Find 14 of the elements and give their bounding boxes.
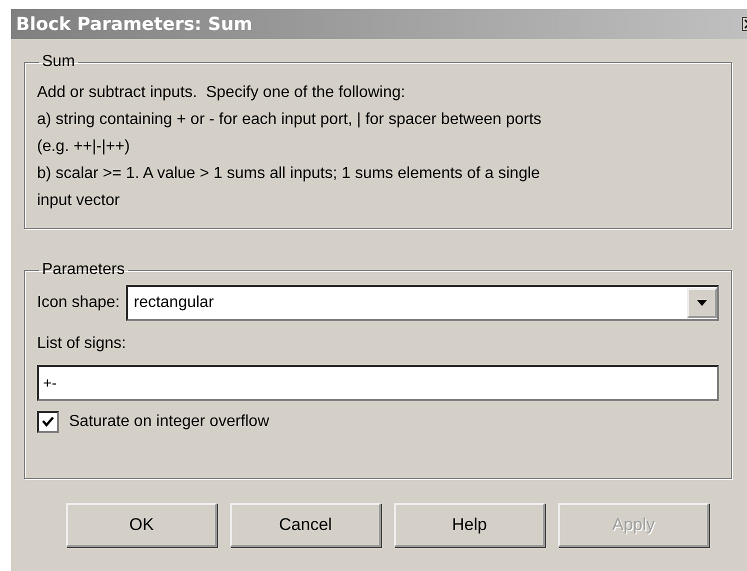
dialog-button[interactable]: OK [66, 503, 217, 547]
checkmark-icon [42, 416, 54, 428]
group-title: Sum [41, 53, 76, 71]
field-label: Icon shape: [37, 294, 120, 312]
checkbox[interactable] [37, 411, 59, 433]
group-title: Parameters [41, 261, 126, 279]
icon-shape-dropdown[interactable]: rectangular [126, 285, 719, 321]
description-text: Add or subtract inputs. Specify one of the following: a) string containing + or - for each input port, | for spacer between ports (e.g. ++|-|++) b) scalar >= 1. A value > 1 sums all inputs; 1 sums elements of a single input vector [37, 83, 542, 211]
dialog-button[interactable]: Cancel [230, 503, 381, 547]
window-title: Block Parameters: Sum [16, 14, 252, 34]
signs-input-field[interactable]: +- [37, 365, 719, 401]
checkbox-label[interactable]: Saturate on integer overflow [69, 413, 270, 431]
dialog-button[interactable]: Help [394, 503, 545, 547]
field-label: List of signs: [37, 335, 127, 353]
